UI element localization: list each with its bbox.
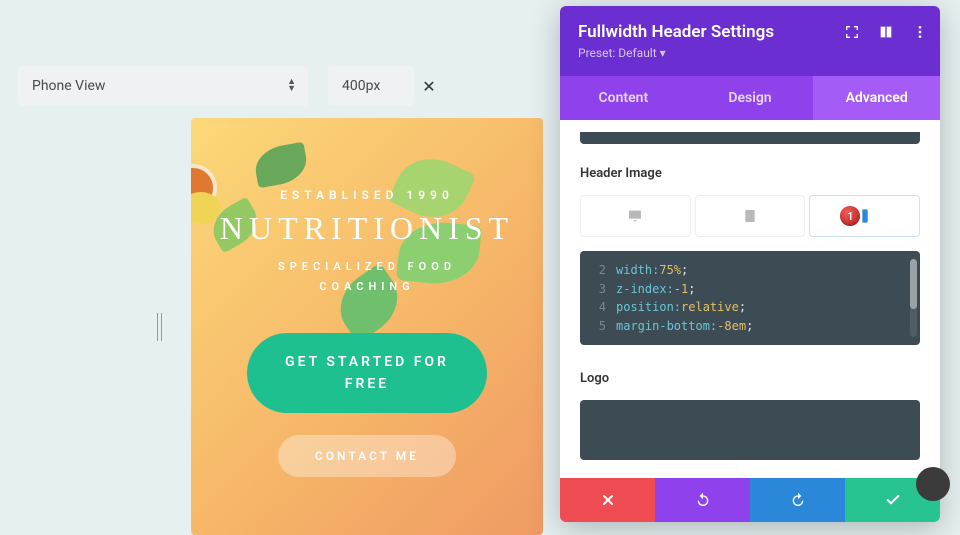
width-group: 400px ✕ <box>328 66 444 106</box>
cancel-button[interactable] <box>560 478 655 522</box>
subtitle: SPECIALIZED FOOD COACHING <box>215 257 519 297</box>
settings-panel: Fullwidth Header Settings Preset: Defaul… <box>560 6 940 522</box>
expand-panel-button[interactable] <box>916 467 950 501</box>
clear-width-button[interactable]: ✕ <box>414 66 444 106</box>
panel-body: Header Image 1 2width:75%; 3z-index:-1; … <box>560 120 940 478</box>
get-started-button[interactable]: GET STARTED FOR FREE <box>247 333 487 414</box>
panel-tabs: Content Design Advanced <box>560 76 940 120</box>
preview-wrap: ESTABLISED 1990 NUTRITIONIST SPECIALIZED… <box>155 118 543 535</box>
panel-header-actions <box>844 24 928 40</box>
check-icon <box>885 492 901 508</box>
resize-handle-left[interactable] <box>155 277 167 377</box>
width-value: 400px <box>342 78 380 94</box>
undo-icon <box>695 492 711 508</box>
view-select-value: Phone View <box>32 78 105 94</box>
select-chevrons-icon: ▲▼ <box>287 79 296 93</box>
collapsed-code-block[interactable] <box>580 132 920 144</box>
panel-footer <box>560 478 940 522</box>
tab-content[interactable]: Content <box>560 76 687 120</box>
tab-advanced[interactable]: Advanced <box>813 76 940 120</box>
panel-header[interactable]: Fullwidth Header Settings Preset: Defaul… <box>560 6 940 76</box>
tab-design[interactable]: Design <box>687 76 814 120</box>
preset-dropdown[interactable]: Preset: Default ▾ <box>578 46 922 60</box>
code-scrollbar[interactable] <box>910 259 917 337</box>
undo-button[interactable] <box>655 478 750 522</box>
established-text: ESTABLISED 1990 <box>215 188 519 202</box>
section-logo-label: Logo <box>580 371 920 386</box>
section-header-image-label: Header Image <box>580 166 920 181</box>
redo-button[interactable] <box>750 478 845 522</box>
brand-title: NUTRITIONIST <box>215 210 519 247</box>
preview-toolbar: Phone View ▲▼ 400px ✕ <box>18 66 444 106</box>
contact-me-button[interactable]: CONTACT ME <box>278 435 456 477</box>
close-icon <box>600 492 616 508</box>
width-input[interactable]: 400px <box>328 66 414 106</box>
view-select[interactable]: Phone View ▲▼ <box>18 66 308 106</box>
device-tablet-tab[interactable] <box>695 195 806 237</box>
desktop-icon <box>627 208 643 224</box>
css-code-editor[interactable]: 2width:75%; 3z-index:-1; 4position:relat… <box>580 251 920 345</box>
device-desktop-tab[interactable] <box>580 195 691 237</box>
device-tabs: 1 <box>580 195 920 237</box>
more-icon[interactable] <box>912 24 928 40</box>
tablet-icon <box>742 208 758 224</box>
phone-preview: ESTABLISED 1990 NUTRITIONIST SPECIALIZED… <box>191 118 543 535</box>
logo-code-editor[interactable] <box>580 400 920 460</box>
phone-content: ESTABLISED 1990 NUTRITIONIST SPECIALIZED… <box>191 188 543 477</box>
device-phone-tab[interactable]: 1 <box>809 195 920 237</box>
redo-icon <box>790 492 806 508</box>
columns-icon[interactable] <box>878 24 894 40</box>
expand-icon <box>926 477 940 491</box>
focus-icon[interactable] <box>844 24 860 40</box>
